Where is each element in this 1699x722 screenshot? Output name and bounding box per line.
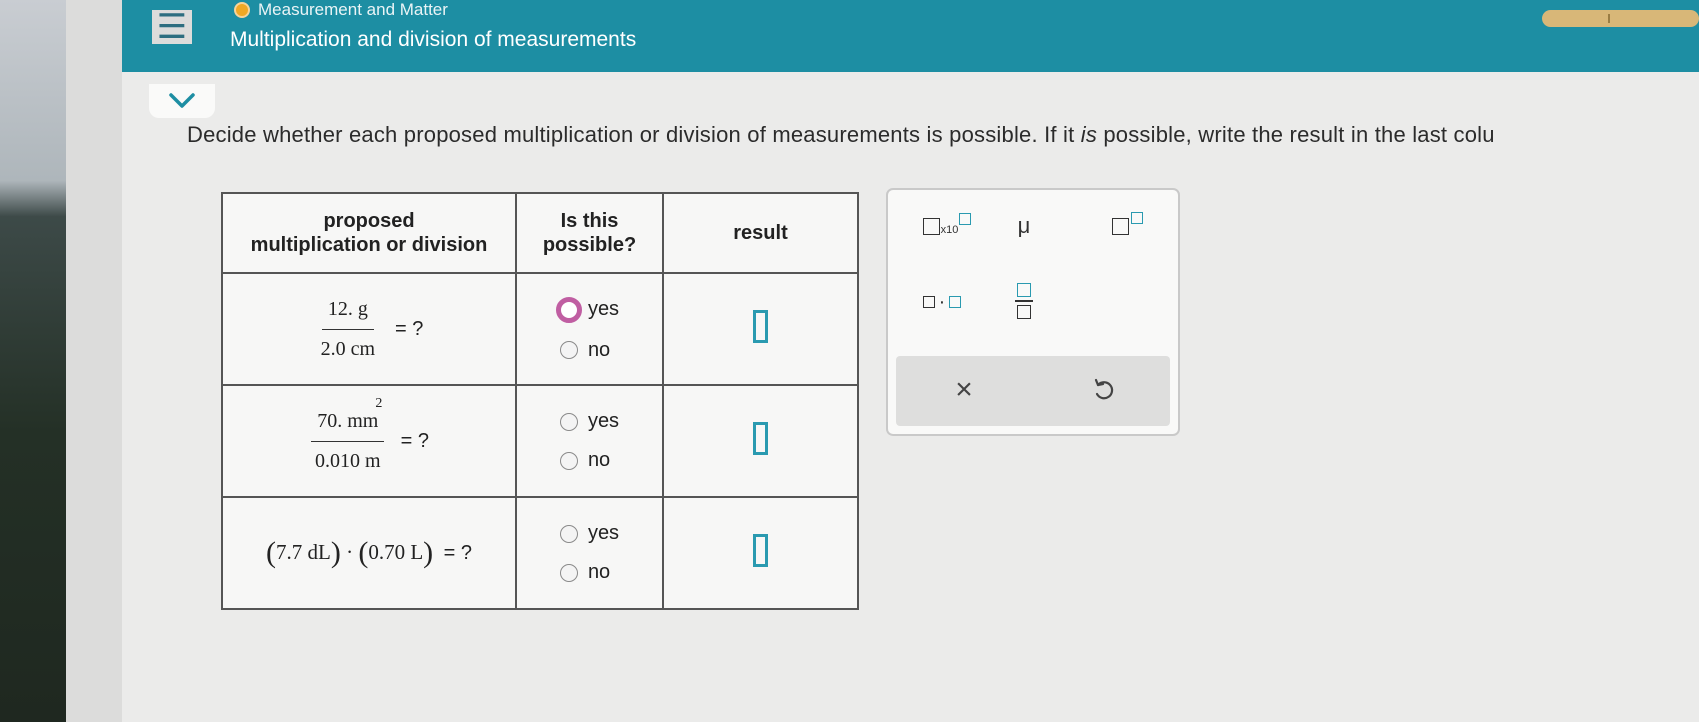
radio-no[interactable]: no [559,449,619,472]
expression-cell: 12. g 2.0 cm = ? [221,272,517,386]
progress-segment-divider [1608,14,1610,23]
superscript-button[interactable] [1102,208,1152,244]
expression-cell: (7.7 dL) · (0.70 L) = ? [221,496,517,610]
exponent: 2 [375,395,383,411]
instruction-part-2: possible, write the result in the last c… [1097,122,1495,147]
radio-unselected-icon [559,341,578,359]
table-row: 12. g 2.0 cm = ? yes no [221,272,859,386]
radio-selected-icon [555,296,582,323]
question-table: proposed multiplication or division Is t… [221,192,859,610]
numerator: 70. mm 2 [311,396,385,442]
denominator: 2.0 cm [320,337,376,360]
radio-unselected-icon [559,412,578,431]
instruction-part-1: Decide whether each proposed multiplicat… [187,122,1081,147]
possible-cell: yes no [515,272,664,386]
radio-yes[interactable]: yes [559,522,620,545]
radio-unselected-icon [559,524,578,543]
chevron-down-icon [169,93,195,108]
breadcrumb[interactable]: Measurement and Matter [234,0,448,20]
scientific-notation-button[interactable]: x10 [912,208,982,244]
table-row: (7.7 dL) · (0.70 L) = ? yes no [221,496,859,610]
header-result: result [662,192,859,274]
header-proposed-line1: proposed [323,210,415,232]
math-palette: x10 μ · × [886,188,1180,436]
numerator: 12. g [321,298,374,330]
result-answer-box[interactable] [753,422,768,455]
radio-yes[interactable]: yes [555,296,620,323]
expression-cell: 70. mm 2 0.010 m = ? [221,384,517,498]
sci-label: x10 [940,224,959,236]
result-cell [662,496,859,610]
fraction-expression: 12. g 2.0 cm = ? [315,298,424,361]
header-proposed-line2: multiplication or division [250,234,488,256]
result-answer-box[interactable] [753,310,768,343]
fraction-expression: 70. mm 2 0.010 m = ? [309,396,429,473]
radio-no[interactable]: no [559,561,619,584]
undo-button[interactable] [1084,370,1124,410]
instruction-emphasis: is [1080,122,1098,147]
factor-b: 0.70 L [368,540,424,564]
left-rail [66,0,122,722]
multiply-dot: · [346,540,354,564]
possible-cell: yes no [515,384,664,498]
product-expression: (7.7 dL) · (0.70 L) = ? [265,536,472,569]
radio-unselected-icon [559,563,578,582]
progress-bar [1542,10,1699,27]
left-box-icon [922,296,935,308]
hamburger-icon: ☰ [156,7,188,47]
possible-cell: yes no [515,496,664,610]
header-proposed: proposed multiplication or division [221,192,517,274]
topic-status-dot-icon [234,2,250,18]
mu-button[interactable]: μ [1004,208,1044,244]
dot-symbol: · [938,290,946,313]
factor-a: 7.7 dL [275,540,331,564]
radio-yes[interactable]: yes [559,410,620,433]
collapse-button[interactable] [149,84,215,118]
fraction-icon [1015,283,1033,319]
radio-no-label: no [587,338,611,361]
equals-question: = ? [395,317,424,340]
exponent-box-icon [1130,212,1143,224]
header-possible-line1: Is this [560,210,619,232]
equals-question: = ? [443,542,472,564]
base-box-icon [1111,217,1129,235]
equals-question: = ? [400,429,429,452]
close-icon: × [955,373,973,406]
breadcrumb-topic: Measurement and Matter [258,0,448,19]
radio-yes-label: yes [587,522,620,544]
right-box-icon [949,296,962,308]
radio-no-label: no [587,449,611,471]
numerator-text: 70. mm [317,409,379,432]
instruction-text: Decide whether each proposed multiplicat… [187,122,1495,148]
hamburger-menu-button[interactable]: ☰ [152,10,192,44]
result-cell [662,384,859,498]
radio-yes-label: yes [587,410,620,432]
page-title: Multiplication and division of measureme… [230,28,637,51]
exponent-box-icon [959,213,972,225]
header-possible: Is this possible? [515,192,664,274]
base-box-icon [922,217,940,235]
multiply-dot-button[interactable]: · [912,284,972,320]
palette-footer [896,356,1170,426]
header-possible-line2: possible? [542,234,637,256]
clear-button[interactable]: × [944,370,984,410]
mu-symbol: μ [1017,213,1031,238]
radio-no-label: no [587,561,611,583]
radio-yes-label: yes [587,298,620,320]
undo-icon [1094,378,1114,400]
result-cell [662,272,859,386]
table-row: 70. mm 2 0.010 m = ? yes no [221,384,859,498]
radio-no[interactable]: no [559,338,619,362]
fraction-button[interactable] [1004,278,1044,324]
denominator: 0.010 m [315,449,381,472]
radio-unselected-icon [559,451,578,470]
table-header-row: proposed multiplication or division Is t… [221,192,859,274]
result-answer-box[interactable] [753,534,768,567]
